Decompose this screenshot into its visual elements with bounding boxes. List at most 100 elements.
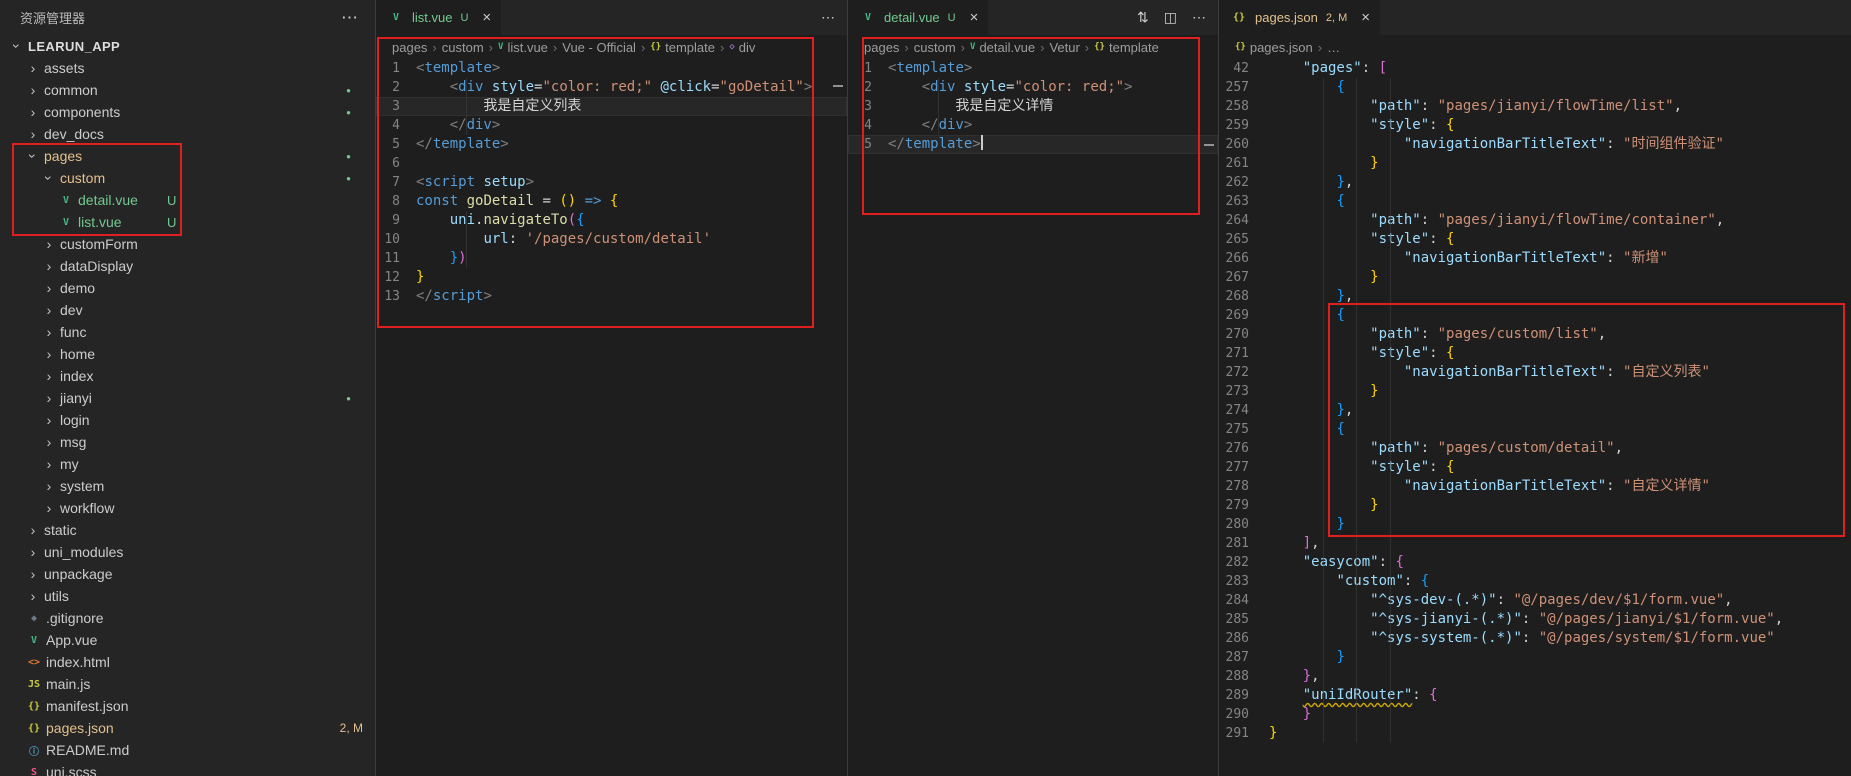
breadcrumb-item-list.vue[interactable]: Vlist.vue bbox=[498, 40, 548, 55]
tree-item-.gitignore[interactable]: ◆.gitignore bbox=[0, 607, 375, 629]
code-line[interactable]: 8const goDetail = () => { bbox=[376, 192, 847, 211]
code-line[interactable]: 2 <div style="color: red;"> bbox=[848, 78, 1218, 97]
code-line[interactable]: 276 "path": "pages/custom/detail", bbox=[1219, 439, 1851, 458]
code-line[interactable]: 277 "style": { bbox=[1219, 458, 1851, 477]
code-line[interactable]: 271 "style": { bbox=[1219, 344, 1851, 363]
close-icon[interactable]: × bbox=[482, 10, 491, 25]
code-line[interactable]: 257 { bbox=[1219, 78, 1851, 97]
open-changes-icon[interactable]: ⇅ bbox=[1137, 9, 1149, 26]
tree-item-index[interactable]: ›index bbox=[0, 365, 375, 387]
breadcrumb-item-custom[interactable]: custom bbox=[914, 40, 956, 55]
code-editor[interactable]: 1<template>2 <div style="color: red;">3 … bbox=[848, 59, 1218, 776]
breadcrumb-item-Vue - Official[interactable]: Vue - Official bbox=[562, 40, 636, 55]
code-line[interactable]: 5</template> bbox=[376, 135, 847, 154]
tree-item-jianyi[interactable]: ›jianyi● bbox=[0, 387, 375, 409]
tree-item-components[interactable]: ›components● bbox=[0, 101, 375, 123]
code-editor[interactable]: 42 "pages": [257 {258 "path": "pages/jia… bbox=[1219, 59, 1851, 776]
code-line[interactable]: 6 bbox=[376, 154, 847, 173]
code-line[interactable]: 11 }) bbox=[376, 249, 847, 268]
split-editor-icon[interactable]: ◫ bbox=[1164, 9, 1177, 26]
code-line[interactable]: 278 "navigationBarTitleText": "自定义详情" bbox=[1219, 477, 1851, 496]
tree-item-home[interactable]: ›home bbox=[0, 343, 375, 365]
tab-list.vue[interactable]: Vlist.vueU× bbox=[376, 0, 502, 35]
tree-item-uni_modules[interactable]: ›uni_modules bbox=[0, 541, 375, 563]
code-line[interactable]: 270 "path": "pages/custom/list", bbox=[1219, 325, 1851, 344]
breadcrumb-item-custom[interactable]: custom bbox=[442, 40, 484, 55]
code-line[interactable]: 285 "^sys-jianyi-(.*)": "@/pages/jianyi/… bbox=[1219, 610, 1851, 629]
code-line[interactable]: 13</script> bbox=[376, 287, 847, 306]
breadcrumb-item-template[interactable]: {}template bbox=[650, 40, 715, 55]
code-line[interactable]: 266 "navigationBarTitleText": "新增" bbox=[1219, 249, 1851, 268]
code-line[interactable]: 262 }, bbox=[1219, 173, 1851, 192]
code-line[interactable]: 291} bbox=[1219, 724, 1851, 743]
breadcrumb-item-div[interactable]: ◇div bbox=[729, 40, 755, 55]
more-actions-icon[interactable]: ⋯ bbox=[821, 9, 835, 26]
code-line[interactable]: 7<script setup> bbox=[376, 173, 847, 192]
tree-item-detail.vue[interactable]: Vdetail.vueU bbox=[0, 189, 375, 211]
code-line[interactable]: 267 } bbox=[1219, 268, 1851, 287]
tab-detail.vue[interactable]: Vdetail.vueU× bbox=[848, 0, 989, 35]
code-line[interactable]: 284 "^sys-dev-(.*)": "@/pages/dev/$1/for… bbox=[1219, 591, 1851, 610]
code-line[interactable]: 281 ], bbox=[1219, 534, 1851, 553]
code-line[interactable]: 42 "pages": [ bbox=[1219, 59, 1851, 78]
tree-item-unpackage[interactable]: ›unpackage bbox=[0, 563, 375, 585]
code-line[interactable]: 287 } bbox=[1219, 648, 1851, 667]
tree-item-dev[interactable]: ›dev bbox=[0, 299, 375, 321]
code-line[interactable]: 280 } bbox=[1219, 515, 1851, 534]
tab-pages.json[interactable]: {}pages.json2, M× bbox=[1219, 0, 1381, 35]
tree-item-customForm[interactable]: ›customForm bbox=[0, 233, 375, 255]
code-line[interactable]: 282 "easycom": { bbox=[1219, 553, 1851, 572]
code-line[interactable]: 274 }, bbox=[1219, 401, 1851, 420]
tree-item-login[interactable]: ›login bbox=[0, 409, 375, 431]
more-actions-icon[interactable]: ⋯ bbox=[1192, 9, 1206, 26]
code-line[interactable]: 261 } bbox=[1219, 154, 1851, 173]
code-line[interactable]: 3 我是自定义详情 bbox=[848, 97, 1218, 116]
code-line[interactable]: 265 "style": { bbox=[1219, 230, 1851, 249]
tree-item-pages.json[interactable]: {}pages.json2, M bbox=[0, 717, 375, 739]
tree-item-utils[interactable]: ›utils bbox=[0, 585, 375, 607]
tree-item-main.js[interactable]: JSmain.js bbox=[0, 673, 375, 695]
code-line[interactable]: 4 </div> bbox=[376, 116, 847, 135]
tree-item-dev_docs[interactable]: ›dev_docs bbox=[0, 123, 375, 145]
breadcrumb-item-template[interactable]: {}template bbox=[1094, 40, 1159, 55]
tree-item-my[interactable]: ›my bbox=[0, 453, 375, 475]
tree-item-index.html[interactable]: <>index.html bbox=[0, 651, 375, 673]
tree-item-list.vue[interactable]: Vlist.vueU bbox=[0, 211, 375, 233]
tree-item-workflow[interactable]: ›workflow bbox=[0, 497, 375, 519]
code-line[interactable]: 260 "navigationBarTitleText": "时间组件验证" bbox=[1219, 135, 1851, 154]
tree-item-func[interactable]: ›func bbox=[0, 321, 375, 343]
tree-item-dataDisplay[interactable]: ›dataDisplay bbox=[0, 255, 375, 277]
breadcrumb-item-Vetur[interactable]: Vetur bbox=[1049, 40, 1079, 55]
breadcrumb-item-pages[interactable]: pages bbox=[864, 40, 899, 55]
more-actions-icon[interactable]: ⋯ bbox=[341, 8, 359, 28]
code-line[interactable]: 9 uni.navigateTo({ bbox=[376, 211, 847, 230]
tree-item-App.vue[interactable]: VApp.vue bbox=[0, 629, 375, 651]
tree-item-system[interactable]: ›system bbox=[0, 475, 375, 497]
code-line[interactable]: 10 url: '/pages/custom/detail' bbox=[376, 230, 847, 249]
code-line[interactable]: 1<template> bbox=[848, 59, 1218, 78]
code-line[interactable]: 283 "custom": { bbox=[1219, 572, 1851, 591]
tree-item-uni.scss[interactable]: Suni.scss bbox=[0, 761, 375, 776]
code-line[interactable]: 269 { bbox=[1219, 306, 1851, 325]
tree-item-assets[interactable]: ›assets bbox=[0, 57, 375, 79]
code-line[interactable]: 264 "path": "pages/jianyi/flowTime/conta… bbox=[1219, 211, 1851, 230]
code-line[interactable]: 2 <div style="color: red;" @click="goDet… bbox=[376, 78, 847, 97]
code-line[interactable]: 286 "^sys-system-(.*)": "@/pages/system/… bbox=[1219, 629, 1851, 648]
code-line[interactable]: 289 "uniIdRouter": { bbox=[1219, 686, 1851, 705]
tree-item-static[interactable]: ›static bbox=[0, 519, 375, 541]
tree-item-msg[interactable]: ›msg bbox=[0, 431, 375, 453]
code-editor[interactable]: 1<template>2 <div style="color: red;" @c… bbox=[376, 59, 847, 776]
breadcrumb-item-detail.vue[interactable]: Vdetail.vue bbox=[970, 40, 1035, 55]
code-line[interactable]: 259 "style": { bbox=[1219, 116, 1851, 135]
breadcrumb-item-pages[interactable]: pages bbox=[392, 40, 427, 55]
code-line[interactable]: 273 } bbox=[1219, 382, 1851, 401]
code-line[interactable]: 3 我是自定义列表 bbox=[376, 97, 847, 116]
code-line[interactable]: 290 } bbox=[1219, 705, 1851, 724]
tree-item-LEARUN_APP[interactable]: ›LEARUN_APP bbox=[0, 35, 375, 57]
tree-item-custom[interactable]: ›custom● bbox=[0, 167, 375, 189]
tree-item-common[interactable]: ›common● bbox=[0, 79, 375, 101]
code-line[interactable]: 263 { bbox=[1219, 192, 1851, 211]
code-line[interactable]: 272 "navigationBarTitleText": "自定义列表" bbox=[1219, 363, 1851, 382]
tree-item-demo[interactable]: ›demo bbox=[0, 277, 375, 299]
close-icon[interactable]: × bbox=[1361, 10, 1370, 25]
